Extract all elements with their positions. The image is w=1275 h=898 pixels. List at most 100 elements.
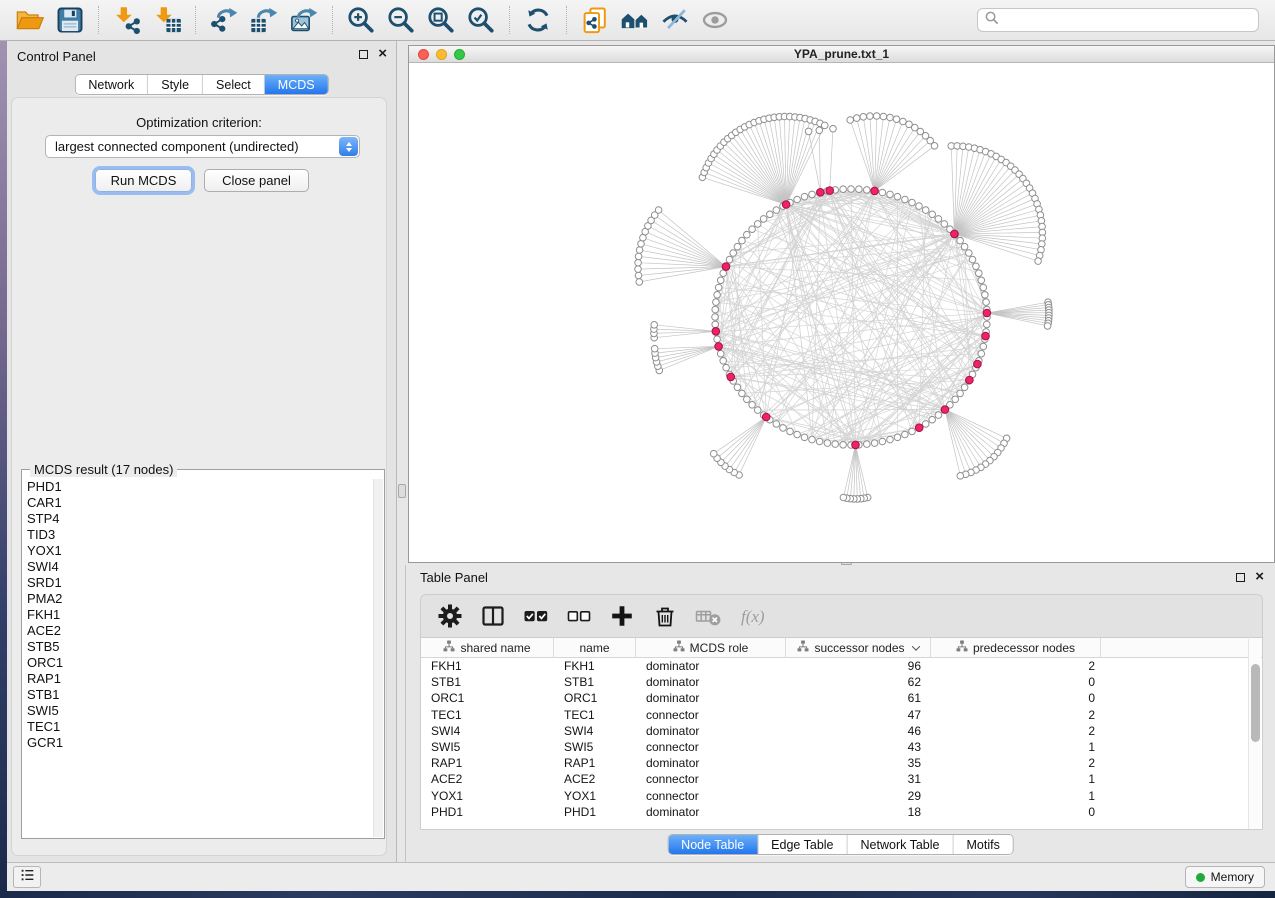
mcds-result-item[interactable]: ACE2 [27, 623, 371, 639]
cell-mcds-role[interactable]: connector [636, 708, 786, 722]
mcds-result-list[interactable]: PHD1CAR1STP4TID3YOX1SWI4SRD1PMA2FKH1ACE2… [24, 479, 371, 836]
search-box[interactable] [977, 8, 1259, 32]
create-column-button[interactable] [609, 603, 635, 629]
close-icon[interactable]: × [378, 45, 387, 63]
cell-predecessor-nodes[interactable]: 1 [931, 772, 1101, 786]
clone-network-button[interactable] [578, 4, 612, 36]
open-session-button[interactable] [13, 4, 47, 36]
table-row[interactable]: RAP1RAP1dominator352 [421, 755, 1262, 771]
zoom-in-button[interactable] [344, 4, 378, 36]
export-network-button[interactable] [207, 4, 241, 36]
network-nodes[interactable] [635, 113, 1052, 503]
cell-shared-name[interactable]: ACE2 [421, 772, 554, 786]
cell-successor-nodes[interactable]: 62 [786, 675, 931, 689]
deselect-all-button[interactable] [566, 603, 592, 629]
cell-name[interactable]: TEC1 [554, 708, 636, 722]
network-graph[interactable] [409, 63, 1274, 562]
mcds-result-item[interactable]: RAP1 [27, 671, 371, 687]
close-icon[interactable]: × [1255, 568, 1264, 586]
column-header-name[interactable]: name [554, 638, 636, 657]
graphics-details-button[interactable] [698, 4, 732, 36]
cell-mcds-role[interactable]: connector [636, 789, 786, 803]
cell-shared-name[interactable]: FKH1 [421, 659, 554, 673]
export-table-button[interactable] [247, 4, 281, 36]
mcds-result-item[interactable]: PHD1 [27, 479, 371, 495]
table-settings-button[interactable] [437, 603, 463, 629]
cell-successor-nodes[interactable]: 35 [786, 756, 931, 770]
divider-grip[interactable] [398, 484, 406, 498]
cell-shared-name[interactable]: TEC1 [421, 708, 554, 722]
tab-network-table[interactable]: Network Table [848, 835, 954, 854]
cell-predecessor-nodes[interactable]: 0 [931, 805, 1101, 819]
mcds-result-item[interactable]: STP4 [27, 511, 371, 527]
tab-mcds[interactable]: MCDS [265, 75, 328, 94]
float-window-icon[interactable] [359, 50, 368, 59]
cell-successor-nodes[interactable]: 47 [786, 708, 931, 722]
tab-select[interactable]: Select [203, 75, 265, 94]
cell-name[interactable]: STB1 [554, 675, 636, 689]
cell-mcds-role[interactable]: dominator [636, 756, 786, 770]
cell-name[interactable]: PHD1 [554, 805, 636, 819]
task-history-button[interactable] [13, 866, 41, 888]
cell-successor-nodes[interactable]: 46 [786, 724, 931, 738]
table-row[interactable]: TEC1TEC1connector472 [421, 707, 1262, 723]
criterion-select[interactable]: largest connected component (undirected) [45, 135, 360, 158]
float-window-icon[interactable] [1236, 573, 1245, 582]
cell-shared-name[interactable]: STB1 [421, 675, 554, 689]
cell-successor-nodes[interactable]: 29 [786, 789, 931, 803]
mcds-result-item[interactable]: STB5 [27, 639, 371, 655]
cell-shared-name[interactable]: RAP1 [421, 756, 554, 770]
mcds-result-item[interactable]: SRD1 [27, 575, 371, 591]
mcds-result-item[interactable]: SWI4 [27, 559, 371, 575]
first-neighbors-button[interactable] [618, 4, 652, 36]
cell-name[interactable]: RAP1 [554, 756, 636, 770]
mcds-result-item[interactable]: ORC1 [27, 655, 371, 671]
cell-successor-nodes[interactable]: 31 [786, 772, 931, 786]
cell-mcds-role[interactable]: dominator [636, 675, 786, 689]
network-window-titlebar[interactable]: YPA_prune.txt_1 [409, 46, 1274, 63]
zoom-selected-button[interactable] [464, 4, 498, 36]
delete-columns-button[interactable] [652, 603, 678, 629]
cell-shared-name[interactable]: PHD1 [421, 805, 554, 819]
mcds-result-item[interactable]: GCR1 [27, 735, 371, 751]
zoom-out-button[interactable] [384, 4, 418, 36]
column-header-successor-nodes[interactable]: successor nodes [786, 638, 931, 657]
zoom-fit-button[interactable] [424, 4, 458, 36]
mcds-result-item[interactable]: TID3 [27, 527, 371, 543]
tab-edge-table[interactable]: Edge Table [758, 835, 847, 854]
mcds-result-item[interactable]: STB1 [27, 687, 371, 703]
cell-predecessor-nodes[interactable]: 0 [931, 675, 1101, 689]
table-row[interactable]: SWI5SWI5connector431 [421, 739, 1262, 755]
cell-successor-nodes[interactable]: 18 [786, 805, 931, 819]
search-input[interactable] [999, 12, 1258, 28]
run-mcds-button[interactable]: Run MCDS [95, 169, 192, 192]
table-row[interactable]: PHD1PHD1dominator180 [421, 804, 1262, 820]
mcds-result-item[interactable]: PMA2 [27, 591, 371, 607]
cell-shared-name[interactable]: SWI5 [421, 740, 554, 754]
cell-mcds-role[interactable]: connector [636, 740, 786, 754]
cell-successor-nodes[interactable]: 43 [786, 740, 931, 754]
cell-predecessor-nodes[interactable]: 2 [931, 756, 1101, 770]
table-row[interactable]: YOX1YOX1connector291 [421, 788, 1262, 804]
cell-shared-name[interactable]: SWI4 [421, 724, 554, 738]
cell-mcds-role[interactable]: dominator [636, 724, 786, 738]
mcds-result-scrollbar[interactable] [373, 479, 383, 837]
cell-mcds-role[interactable]: connector [636, 772, 786, 786]
table-row[interactable]: ORC1ORC1dominator610 [421, 690, 1262, 706]
network-canvas[interactable] [409, 63, 1274, 562]
memory-button[interactable]: Memory [1185, 866, 1265, 888]
mcds-result-item[interactable]: TEC1 [27, 719, 371, 735]
cell-name[interactable]: YOX1 [554, 789, 636, 803]
tab-motifs[interactable]: Motifs [953, 835, 1012, 854]
cell-successor-nodes[interactable]: 96 [786, 659, 931, 673]
tab-style[interactable]: Style [148, 75, 203, 94]
table-row[interactable]: FKH1FKH1dominator962 [421, 658, 1262, 674]
mcds-result-item[interactable]: YOX1 [27, 543, 371, 559]
cell-name[interactable]: SWI4 [554, 724, 636, 738]
cell-predecessor-nodes[interactable]: 2 [931, 724, 1101, 738]
mcds-result-item[interactable]: SWI5 [27, 703, 371, 719]
table-row[interactable]: STB1STB1dominator620 [421, 674, 1262, 690]
cell-predecessor-nodes[interactable]: 0 [931, 691, 1101, 705]
cell-name[interactable]: ACE2 [554, 772, 636, 786]
export-image-button[interactable] [287, 4, 321, 36]
